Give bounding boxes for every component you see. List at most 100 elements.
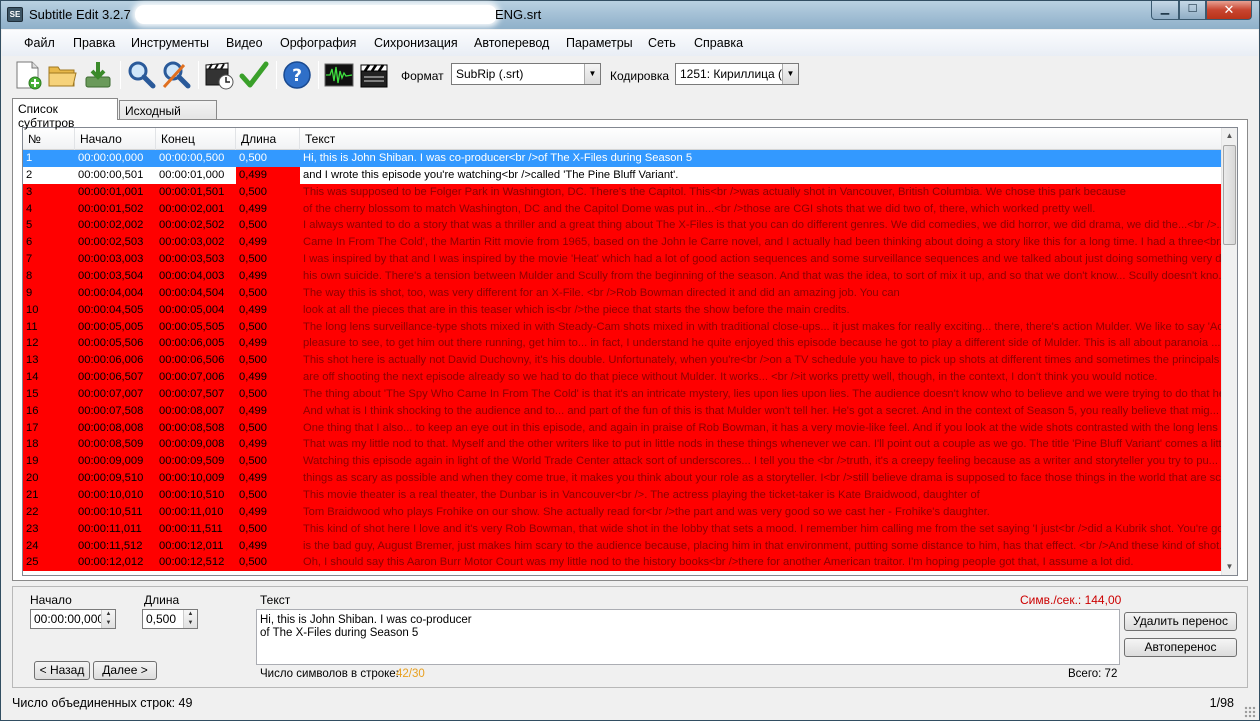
table-row[interactable]: 1 00:00:00,000 00:00:00,500 0,500 Hi, this i… — [23, 150, 1223, 167]
table-header: № Начало Конец Длина Текст — [23, 128, 1223, 150]
replace-icon[interactable] — [160, 59, 192, 91]
cell-text: This shot here is actually not David Duc… — [300, 352, 1223, 370]
table-row[interactable]: 19 00:00:09,009 00:00:09,509 0,500 Watching … — [23, 453, 1223, 471]
menu-autotranslate[interactable]: Автоперевод — [474, 36, 549, 50]
table-row[interactable]: 23 00:00:11,011 00:00:11,511 0,500 This kind… — [23, 520, 1223, 538]
header-start[interactable]: Начало — [75, 128, 156, 150]
tab-subtitle-list[interactable]: Список субтитров — [12, 98, 118, 130]
cell-num: 13 — [23, 352, 75, 370]
title-bar[interactable]: SE Subtitle Edit 3.2.7 - ENG.srt ▁ ☐ ✕ — [1, 1, 1259, 29]
table-row[interactable]: 13 00:00:06,006 00:00:06,506 0,500 This shot… — [23, 352, 1223, 370]
cell-num: 3 — [23, 183, 75, 201]
table-row[interactable]: 21 00:00:10,010 00:00:10,510 0,500 This movi… — [23, 487, 1223, 504]
resize-grip-icon[interactable] — [1244, 706, 1256, 718]
subtitle-table[interactable]: № Начало Конец Длина Текст 1 00:00:00,000… — [22, 127, 1238, 576]
duration-input[interactable]: 0,500 ▲ ▼ — [142, 609, 198, 629]
header-num[interactable]: № — [23, 128, 75, 150]
cell-end: 00:00:02,001 — [156, 200, 236, 218]
table-row[interactable]: 10 00:00:04,505 00:00:05,004 0,499 look at a… — [23, 301, 1223, 319]
cell-text: This movie theater is a real theater, th… — [300, 487, 1223, 504]
encoding-select[interactable]: 1251: Кириллица ( ▼ — [675, 63, 799, 85]
duration-value: 0,500 — [146, 612, 177, 626]
spin-arrows-icon[interactable]: ▲ ▼ — [183, 610, 197, 628]
save-icon[interactable] — [82, 59, 114, 91]
cell-duration: 0,499 — [236, 503, 300, 521]
next-button[interactable]: Далее > — [93, 661, 157, 680]
table-row[interactable]: 8 00:00:03,504 00:00:04,003 0,499 his own su… — [23, 267, 1223, 285]
menu-tools[interactable]: Инструменты — [131, 36, 209, 50]
table-row[interactable]: 6 00:00:02,503 00:00:03,002 0,499 Came In Fr… — [23, 234, 1223, 252]
tab-source-list[interactable]: Исходный список — [119, 100, 217, 132]
table-row[interactable]: 5 00:00:02,002 00:00:02,502 0,500 I always w… — [23, 217, 1223, 235]
cell-start: 00:00:11,011 — [75, 520, 156, 538]
cell-num: 7 — [23, 251, 75, 269]
table-row[interactable]: 7 00:00:03,003 00:00:03,503 0,500 I was insp… — [23, 251, 1223, 269]
chevron-down-icon[interactable]: ▼ — [584, 64, 600, 84]
open-folder-icon[interactable] — [46, 59, 78, 91]
cell-end: 00:00:11,010 — [156, 503, 236, 521]
table-row[interactable]: 12 00:00:05,506 00:00:06,005 0,499 pleasure … — [23, 335, 1223, 353]
table-row[interactable]: 18 00:00:08,509 00:00:09,008 0,499 That was … — [23, 436, 1223, 454]
maximize-button[interactable]: ☐ — [1179, 1, 1206, 20]
table-row[interactable]: 4 00:00:01,502 00:00:02,001 0,499 of the che… — [23, 200, 1223, 218]
menu-spellcheck[interactable]: Орфография — [280, 36, 356, 50]
cell-start: 00:00:02,002 — [75, 217, 156, 235]
cell-duration: 0,500 — [236, 453, 300, 471]
table-row[interactable]: 2 00:00:00,501 00:00:01,000 0,499 and I wrot… — [23, 166, 1223, 184]
menu-synchronization[interactable]: Сихронизация — [374, 36, 458, 50]
cell-duration: 0,500 — [236, 520, 300, 538]
table-row[interactable]: 20 00:00:09,510 00:00:10,009 0,499 things as… — [23, 470, 1223, 488]
chevron-down-icon[interactable]: ▼ — [782, 64, 798, 84]
spell-check-icon[interactable] — [238, 59, 270, 91]
table-row[interactable]: 25 00:00:12,012 00:00:12,512 0,500 Oh, I sho… — [23, 554, 1223, 572]
visual-sync-icon[interactable] — [203, 59, 235, 91]
format-select[interactable]: SubRip (.srt) ▼ — [451, 63, 601, 85]
table-row[interactable]: 24 00:00:11,512 00:00:12,011 0,499 is the ba… — [23, 537, 1223, 555]
header-duration[interactable]: Длина — [236, 128, 300, 150]
minimize-button[interactable]: ▁ — [1151, 1, 1179, 20]
spin-arrows-icon[interactable]: ▲ ▼ — [101, 610, 115, 628]
cell-text: things as scary as possible and when the… — [300, 470, 1223, 488]
menu-file[interactable]: Файл — [24, 36, 55, 50]
menu-edit[interactable]: Правка — [73, 36, 115, 50]
scroll-up-icon[interactable]: ▲ — [1222, 128, 1237, 144]
menu-help[interactable]: Справка — [694, 36, 743, 50]
start-time-input[interactable]: 00:00:00,000 ▲ ▼ — [30, 609, 116, 629]
scroll-down-icon[interactable]: ▼ — [1222, 559, 1237, 575]
prev-button[interactable]: < Назад — [34, 661, 90, 680]
header-text[interactable]: Текст — [300, 128, 1223, 150]
start-time-value: 00:00:00,000 — [34, 612, 105, 626]
menu-options[interactable]: Параметры — [566, 36, 633, 50]
table-row[interactable]: 22 00:00:10,511 00:00:11,010 0,499 Tom Braid… — [23, 503, 1223, 521]
cell-end: 00:00:09,008 — [156, 436, 236, 454]
cell-end: 00:00:06,005 — [156, 335, 236, 353]
remove-line-break-button[interactable]: Удалить перенос — [1124, 612, 1237, 631]
find-icon[interactable] — [125, 59, 157, 91]
table-row[interactable]: 17 00:00:08,008 00:00:08,508 0,500 One thing… — [23, 419, 1223, 437]
cell-duration: 0,499 — [236, 335, 300, 353]
table-row[interactable]: 11 00:00:05,005 00:00:05,505 0,500 The long … — [23, 318, 1223, 336]
cell-num: 17 — [23, 419, 75, 437]
waveform-icon[interactable] — [323, 59, 355, 91]
table-row[interactable]: 16 00:00:07,508 00:00:08,007 0,499 And what … — [23, 402, 1223, 420]
subtitle-text-input[interactable]: Hi, this is John Shiban. I was co-produc… — [256, 609, 1120, 665]
header-end[interactable]: Конец — [156, 128, 236, 150]
video-clapper-icon[interactable] — [358, 59, 390, 91]
help-icon[interactable]: ? — [281, 59, 313, 91]
new-file-icon[interactable] — [12, 59, 44, 91]
table-row[interactable]: 9 00:00:04,004 00:00:04,504 0,500 The way th… — [23, 284, 1223, 302]
redacted-filename — [135, 5, 497, 24]
vertical-scrollbar[interactable]: ▲ ▼ — [1221, 128, 1237, 575]
table-row[interactable]: 3 00:00:01,001 00:00:01,501 0,500 This was s… — [23, 183, 1223, 201]
close-button[interactable]: ✕ — [1206, 1, 1252, 20]
auto-break-button[interactable]: Автоперенос — [1124, 638, 1237, 657]
table-row[interactable]: 14 00:00:06,507 00:00:07,006 0,499 are off s… — [23, 369, 1223, 387]
cell-end: 00:00:12,512 — [156, 554, 236, 572]
menu-network[interactable]: Сеть — [648, 36, 676, 50]
menu-video[interactable]: Видео — [226, 36, 263, 50]
cell-start: 00:00:00,000 — [75, 150, 156, 167]
cell-duration: 0,500 — [236, 318, 300, 336]
table-row[interactable]: 15 00:00:07,007 00:00:07,507 0,500 The thing… — [23, 385, 1223, 403]
scroll-thumb[interactable] — [1223, 145, 1236, 245]
cell-text: One thing that I also... to keep an eye … — [300, 419, 1223, 437]
